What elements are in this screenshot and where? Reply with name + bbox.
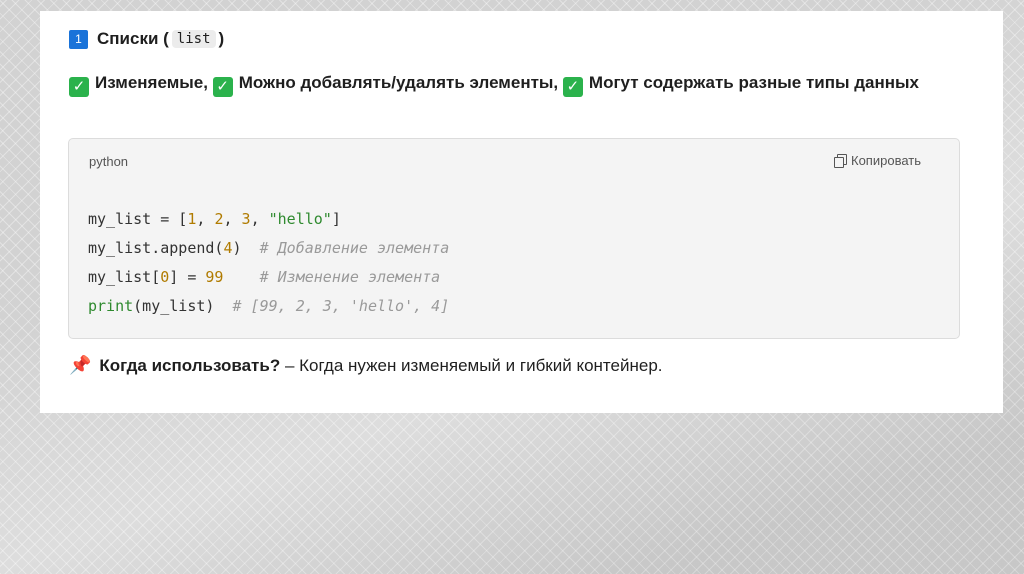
inline-code-list: list [171, 30, 216, 48]
code-token: , [223, 210, 242, 228]
usage-label: Когда использовать? [99, 355, 281, 375]
code-token: 4 [223, 239, 233, 257]
keycap-1-icon: 1 [69, 29, 88, 49]
code-token: "hello" [268, 210, 332, 228]
usage-text: Когда нужен изменяемый и гибкий контейне… [299, 355, 663, 375]
code-token: , [250, 210, 269, 228]
slide-panel: 1 Списки ( list ) ✓ Изменяемые, ✓ Можно до… [40, 11, 1003, 413]
heading-close: ) [218, 29, 225, 48]
pushpin-icon: 📌 [69, 355, 92, 375]
section-heading: 1 Списки ( list ) [69, 27, 224, 51]
copy-button-label: Копировать [851, 153, 921, 168]
code-token: # Изменение элемента [259, 268, 441, 286]
check-mark-icon: ✓ [69, 77, 89, 97]
copy-button[interactable]: Копировать [834, 153, 921, 168]
code-token: # Добавление элемента [259, 239, 450, 257]
feature-add-remove: Можно добавлять/удалять элементы, [238, 73, 559, 92]
code-token: # [99, 2, 3, 'hello', 4] [232, 297, 450, 315]
copy-icon [834, 154, 847, 168]
code-token: 99 [205, 268, 224, 286]
feature-mixed-types: Могут содержать разные типы данных [588, 73, 919, 92]
code-token: (my_list) [133, 297, 233, 315]
code-token: ) [232, 239, 260, 257]
code-block: python Копировать my_list = [1, 2, 3, "h… [68, 138, 960, 339]
usage-dash: – [280, 355, 300, 375]
features-line: ✓ Изменяемые, ✓ Можно добавлять/удалять эл… [69, 66, 969, 99]
code-token: my_list[ [88, 268, 161, 286]
code-line: my_list[0] = 99 # Изменение элемента [88, 263, 449, 292]
check-mark-icon: ✓ [562, 77, 583, 97]
code-line: print(my_list) # [99, 2, 3, 'hello', 4] [88, 292, 449, 321]
heading-title: Списки ( [97, 29, 169, 48]
code-token: my_list = [ [88, 210, 188, 228]
code-lines: my_list = [1, 2, 3, "hello"] my_list.appe… [88, 205, 449, 321]
code-line: my_list = [1, 2, 3, "hello"] [88, 205, 449, 234]
code-token: 0 [160, 268, 170, 286]
code-token: my_list.append( [88, 239, 224, 257]
code-token: print [88, 297, 134, 315]
code-line: my_list.append(4) # Добавление элемента [88, 234, 449, 263]
code-token: ] [331, 210, 341, 228]
feature-mutable: Изменяемые, [95, 73, 208, 92]
code-token: ] = [169, 268, 206, 286]
code-token: 3 [241, 210, 251, 228]
code-language-label: python [89, 154, 129, 169]
usage-note: 📌 Когда использовать? – Когда нужен изме… [69, 355, 663, 376]
check-mark-icon: ✓ [212, 77, 233, 97]
code-token: , [196, 210, 215, 228]
